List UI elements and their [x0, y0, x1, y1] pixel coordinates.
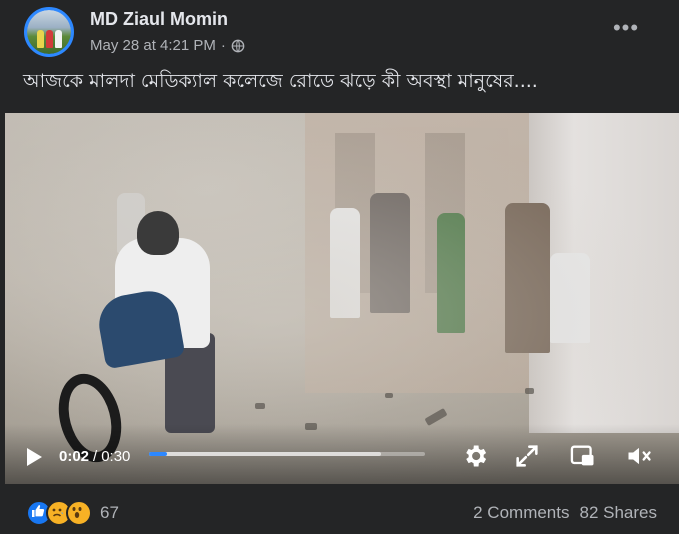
picture-in-picture-icon[interactable]	[569, 442, 597, 470]
post-caption: আজকে মালদা মেডিক্যাল কলেজে রোডে ঝড়ে কী …	[23, 70, 538, 92]
volume-muted-icon[interactable]	[625, 442, 653, 470]
settings-gear-icon[interactable]	[461, 442, 489, 470]
time-separator: /	[93, 448, 98, 465]
post-meta: May 28 at 4:21 PM ·	[90, 37, 245, 54]
video-duration: 0:30	[101, 448, 131, 465]
reaction-count: 67	[100, 503, 119, 522]
current-time: 0:02	[59, 448, 90, 465]
meta-separator: ·	[220, 37, 226, 54]
author-avatar[interactable]	[24, 7, 74, 57]
play-icon[interactable]	[23, 446, 45, 468]
progress-played	[149, 452, 168, 456]
comments-link[interactable]: 2 Comments	[473, 503, 569, 523]
post-timestamp[interactable]: May 28 at 4:21 PM	[90, 37, 216, 54]
progress-buffered	[149, 452, 381, 456]
video-progress-bar[interactable]	[149, 452, 425, 456]
post-stats: 2 Comments 82 Shares	[473, 503, 657, 523]
shares-link[interactable]: 82 Shares	[580, 503, 658, 523]
facebook-post: MD Ziaul Momin May 28 at 4:21 PM · ••• আ…	[0, 0, 679, 534]
author-name[interactable]: MD Ziaul Momin	[90, 9, 228, 30]
wow-icon	[66, 500, 92, 526]
video-player[interactable]: 0:02 / 0:30	[5, 113, 679, 484]
fullscreen-expand-icon[interactable]	[513, 442, 541, 470]
more-options-icon[interactable]: •••	[608, 17, 644, 42]
globe-icon	[231, 39, 245, 52]
video-scene-rider-helmet	[137, 211, 179, 255]
video-time: 0:02 / 0:30	[59, 448, 130, 465]
reactions-summary[interactable]: 67	[26, 500, 119, 526]
